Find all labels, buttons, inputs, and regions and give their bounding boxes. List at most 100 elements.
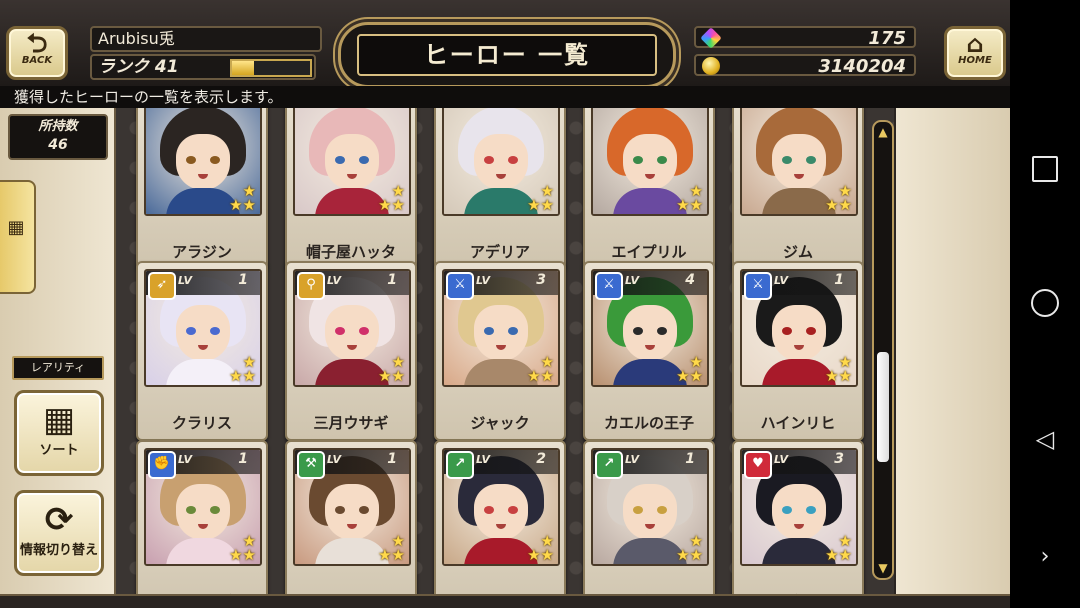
rarity-stars: ★ ★★ — [378, 353, 405, 385]
hero-mouth — [496, 345, 506, 350]
hero-mouth — [198, 345, 208, 350]
hero-face — [772, 134, 826, 190]
android-home-button[interactable] — [1030, 288, 1060, 318]
level-label: LV — [625, 453, 640, 466]
level-label: LV — [327, 274, 342, 287]
hero-name: ジム — [782, 243, 813, 261]
rarity-stars: ★ ★★ — [825, 353, 852, 385]
hero-eye — [508, 506, 518, 514]
back-button[interactable]: ⮌ BACK — [6, 26, 68, 80]
scroll-down-icon[interactable]: ▼ — [874, 560, 892, 576]
hero-grid[interactable]: ★ ★★ アラジン ★ ★★ 帽子屋ハッタ ★ ★★ アデリア ★ ★★ エイプリル ★ ★★ ジム… — [116, 108, 894, 594]
rarity-stars: ★ ★★ — [527, 353, 554, 385]
hero-portrait: ↗ LV 1 ★ ★★ — [591, 448, 709, 566]
sort-button[interactable]: ▦ ソート — [14, 390, 104, 476]
hero-name: エイプリル — [611, 243, 687, 261]
bow-class-icon: ➶ — [148, 272, 176, 300]
hero-mouth — [496, 524, 506, 529]
hero-face — [176, 484, 230, 540]
scroll-up-icon[interactable]: ▲ — [874, 124, 892, 140]
hero-card[interactable]: ↗LV2 ★★★ハインリヒ — [434, 440, 566, 594]
hero-card[interactable]: ↗LV1 ★★★サヴァン — [583, 440, 715, 594]
level-bar: ⚒ LV 1 — [295, 450, 409, 479]
hero-mouth — [645, 174, 655, 179]
hero-card[interactable]: ✊LV1 ★★★ヨリンデ — [136, 440, 268, 594]
level-value: 2 — [536, 451, 546, 467]
gem-count: 175 — [868, 28, 906, 49]
staff-class-icon: ⚲ — [297, 272, 325, 300]
coin-icon — [702, 57, 720, 75]
hero-card[interactable]: ★ ★★ エイプリル — [583, 108, 715, 270]
home-button[interactable]: ⌂ HOME — [944, 26, 1006, 80]
rarity-stars: ★ ★★ — [676, 532, 703, 564]
level-bar: ♥ LV 3 — [742, 450, 856, 479]
hero-face — [325, 484, 379, 540]
hero-card[interactable]: ⚒LV1 ★★★ヨリンゲル — [285, 440, 417, 594]
hero-name: ハインリヒ — [760, 414, 836, 432]
rarity-stars: ★ ★★ — [229, 353, 256, 385]
level-bar: ⚔ LV 4 — [593, 271, 707, 300]
hero-card[interactable]: ★ ★★ アデリア — [434, 108, 566, 270]
level-bar: ⚔ LV 3 — [444, 271, 558, 300]
hero-eye — [484, 506, 494, 514]
level-label: LV — [178, 453, 193, 466]
home-button-label: HOME — [958, 55, 992, 66]
hero-card[interactable]: ★ ★★ 帽子屋ハッタ — [285, 108, 417, 270]
hero-eye — [335, 327, 345, 335]
rarity-stars: ★ ★★ — [676, 182, 703, 214]
hero-eye — [484, 327, 494, 335]
hero-card[interactable]: ⚔ LV 4 ★ ★★ カエルの王子 — [583, 261, 715, 441]
hero-face — [474, 134, 528, 190]
rarity-stars: ★ ★★ — [825, 182, 852, 214]
nav-more-button[interactable]: › — [1030, 542, 1060, 572]
rank-label-text: ランク — [98, 57, 149, 77]
hero-card[interactable]: ⚔ LV 1 ★ ★★ ハインリヒ — [732, 261, 864, 441]
hero-eye — [806, 156, 816, 164]
hero-card[interactable]: ➶ LV 1 ★ ★★ クラリス — [136, 261, 268, 441]
hero-card[interactable]: ★ ★★ ジム — [732, 108, 864, 270]
rank-value: 41 — [154, 57, 179, 77]
hero-name: アデリア — [469, 243, 530, 261]
hero-eye — [359, 506, 369, 514]
sword-class-icon: ⚔ — [744, 272, 772, 300]
hero-face — [176, 305, 230, 361]
side-menu-tab[interactable]: ▦ — [0, 180, 36, 294]
hero-face — [772, 484, 826, 540]
hero-card[interactable]: ♥LV3 ★★★オデット — [732, 440, 864, 594]
top-bar: ⮌ BACK Arubisu兎 ランク 41 ヒーロー 一覧 175 31402… — [0, 0, 1010, 88]
circle-icon — [1031, 289, 1059, 317]
spear-class-icon: ↗ — [446, 451, 474, 479]
level-bar: ✊ LV 1 — [146, 450, 260, 479]
hero-mouth — [645, 345, 655, 350]
hero-eye — [335, 156, 345, 164]
info-toggle-button[interactable]: ⟳ 情報切り替え — [14, 490, 104, 576]
recent-apps-button[interactable] — [1030, 154, 1060, 184]
hero-eye — [186, 506, 196, 514]
bottom-strip — [0, 594, 1010, 608]
level-label: LV — [327, 453, 342, 466]
hero-eye — [782, 327, 792, 335]
gem-counter[interactable]: 175 — [694, 26, 916, 49]
level-label: LV — [476, 274, 491, 287]
android-back-button[interactable]: ◁ — [1030, 424, 1060, 454]
hero-card[interactable]: ⚲ LV 1 ★ ★★ 三月ウサギ — [285, 261, 417, 441]
level-label: LV — [625, 274, 640, 287]
hero-portrait: ★ ★★ — [293, 108, 411, 216]
hero-card[interactable]: ⚔ LV 3 ★ ★★ ジャック — [434, 261, 566, 441]
scrollbar[interactable]: ▲ ▼ — [872, 120, 894, 580]
hero-face — [176, 134, 230, 190]
rank-label: ランク 41 — [98, 56, 179, 78]
hero-portrait: ⚔ LV 3 ★ ★★ — [442, 269, 560, 387]
hero-mouth — [347, 345, 357, 350]
level-value: 1 — [387, 272, 397, 288]
hero-face — [623, 305, 677, 361]
rarity-stars: ★ ★★ — [527, 182, 554, 214]
sword-class-icon: ⚔ — [446, 272, 474, 300]
hero-portrait: ★ ★★ — [442, 108, 560, 216]
scrollbar-thumb[interactable] — [877, 352, 889, 462]
level-value: 4 — [685, 272, 695, 288]
rarity-stars: ★ ★★ — [676, 353, 703, 385]
hero-mouth — [645, 524, 655, 529]
hero-mouth — [794, 345, 804, 350]
hero-card[interactable]: ★ ★★ アラジン — [136, 108, 268, 270]
